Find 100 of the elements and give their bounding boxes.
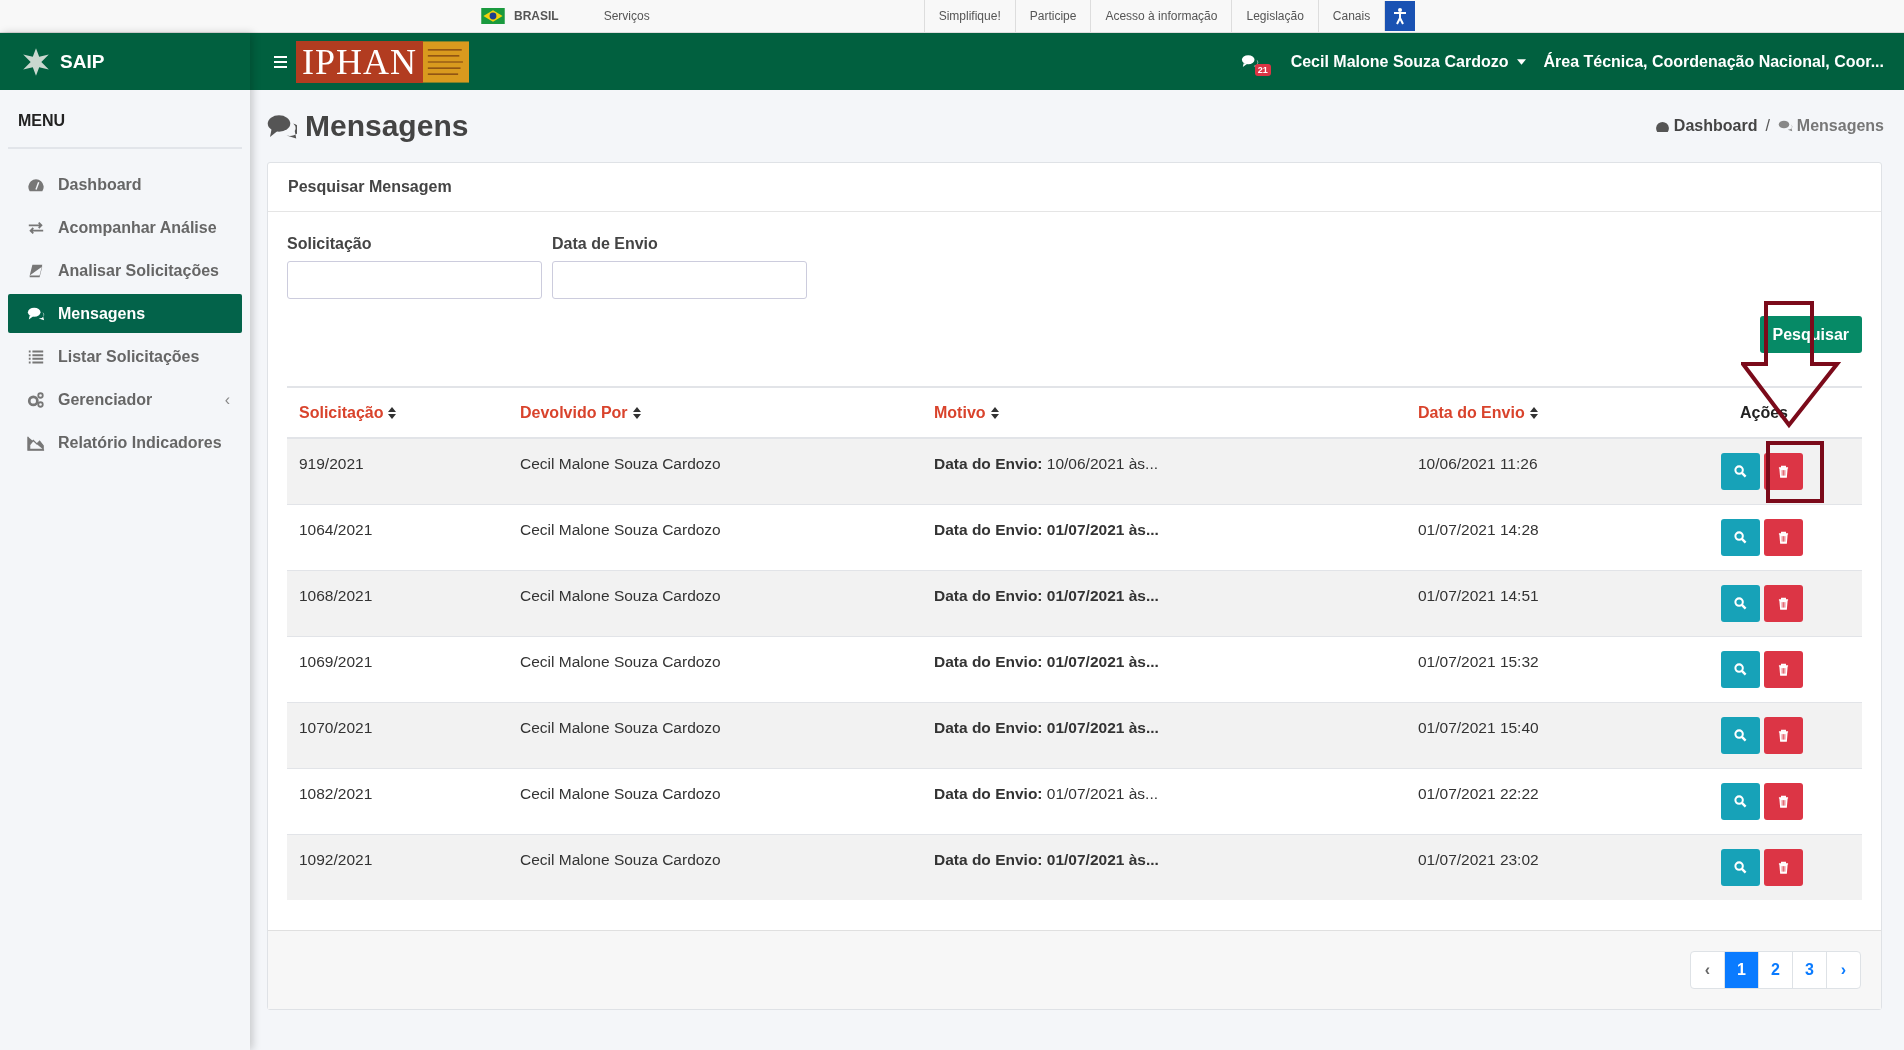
page-button[interactable]: 1 [1724, 952, 1758, 988]
gauge-icon [1654, 119, 1670, 133]
highlight-box [1766, 441, 1824, 503]
table-cell: 10/06/2021 11:26 [1418, 455, 1538, 472]
next-page-button[interactable]: › [1826, 952, 1860, 988]
table-cell: 01/07/2021 22:22 [1418, 784, 1539, 802]
table-cell: Data do Envio: 10/06/2021 às... [934, 455, 1158, 472]
table-cell: Cecil Malone Souza Cardozo [520, 455, 721, 472]
delete-button[interactable] [1764, 584, 1803, 622]
search-button[interactable]: Pesquisar [1759, 316, 1862, 353]
menu-icon[interactable] [274, 55, 287, 68]
table-cell: 01/07/2021 14:51 [1418, 586, 1539, 604]
table-cell: 1092/2021 [299, 850, 373, 868]
search-icon [1734, 465, 1747, 478]
sidebar-item[interactable]: Analisar Solicitações [8, 251, 242, 290]
sidebar-item[interactable]: Acompanhar Análise [8, 208, 242, 247]
search-icon [1734, 860, 1747, 874]
search-icon [1734, 662, 1747, 676]
table-cell: 01/07/2021 15:32 [1418, 652, 1539, 670]
delete-button[interactable] [1764, 848, 1803, 886]
user-menu[interactable]: Cecil Malone Souza Cardozo [1290, 52, 1527, 71]
search-icon [1734, 596, 1747, 610]
accessibility-icon[interactable] [1384, 1, 1416, 31]
input-field[interactable] [287, 261, 542, 299]
view-button[interactable] [1721, 584, 1760, 622]
department-label: Área Técnica, Coordenação Nacional, Coor... [1543, 52, 1884, 71]
gov-link[interactable]: Simplifique! [923, 0, 1015, 32]
sidebar-item[interactable]: Gerenciador ‹ [8, 380, 242, 419]
delete-button[interactable] [1764, 716, 1803, 754]
view-button[interactable] [1721, 782, 1760, 820]
caret-icon [1517, 58, 1527, 65]
messages-icon[interactable] [1240, 54, 1259, 69]
sort-column-header[interactable]: Data do Envio [1418, 403, 1525, 421]
submenu-caret[interactable]: ‹ [224, 390, 230, 409]
input-field[interactable] [552, 261, 807, 299]
table-cell: Data do Envio: 01/07/2021 às... [934, 718, 1159, 736]
app-name: SAIP [60, 50, 105, 73]
sort-icon[interactable] [632, 406, 641, 419]
sidebar-item[interactable]: Listar Solicitações [8, 337, 242, 376]
sort-column-header[interactable]: Solicitação [299, 403, 384, 421]
gov-link[interactable]: Legislação [1231, 0, 1318, 32]
table-cell: 1069/2021 [299, 652, 373, 670]
flag-icon [481, 8, 505, 24]
delete-button[interactable] [1764, 782, 1803, 820]
sort-icon[interactable] [1529, 406, 1538, 419]
table-cell: Cecil Malone Souza Cardozo [520, 652, 721, 670]
page-button[interactable]: 2 [1758, 952, 1792, 988]
table-cell: Data do Envio: 01/07/2021 às... [934, 586, 1159, 604]
view-button[interactable] [1721, 518, 1760, 556]
table-cell: Data do Envio: 01/07/2021 às... [934, 520, 1159, 538]
services-link[interactable]: Serviços [603, 9, 650, 23]
sort-icon[interactable] [388, 406, 397, 419]
card-title: Pesquisar Mensagem [268, 163, 1881, 212]
field-label: Solicitação [287, 235, 373, 253]
gears-icon [26, 390, 46, 409]
table-cell: Cecil Malone Souza Cardozo [520, 586, 721, 604]
menu-title: MENU [8, 90, 242, 149]
previous-page-button[interactable]: ‹ [1691, 952, 1724, 988]
delete-button[interactable] [1764, 518, 1803, 556]
table-cell: Cecil Malone Souza Cardozo [520, 850, 721, 868]
table-cell: 01/07/2021 15:40 [1418, 718, 1539, 736]
table-cell: Cecil Malone Souza Cardozo [520, 718, 721, 736]
chat-icon [1777, 119, 1793, 133]
chat-icon [267, 112, 297, 140]
search-icon [1734, 728, 1747, 742]
table-cell: 1068/2021 [299, 586, 373, 604]
delete-button[interactable] [1764, 650, 1803, 688]
sort-column-header[interactable]: Motivo [934, 403, 986, 421]
trash-icon [1778, 794, 1789, 808]
sidebar-item[interactable]: Relatório Indicadores [8, 423, 242, 462]
table-cell: 1082/2021 [299, 784, 373, 802]
country-link[interactable]: BRASIL [514, 9, 559, 23]
table-cell: Cecil Malone Souza Cardozo [520, 784, 721, 802]
table-cell: 01/07/2021 23:02 [1418, 850, 1539, 868]
page-button[interactable]: 3 [1792, 952, 1826, 988]
view-button[interactable] [1721, 650, 1760, 688]
trash-icon [1778, 728, 1789, 742]
trash-icon [1778, 662, 1789, 676]
sort-icon[interactable] [990, 406, 999, 419]
gov-link[interactable]: Participe [1014, 0, 1091, 32]
sidebar-item[interactable]: Mensagens [8, 294, 242, 333]
table-cell: 919/2021 [299, 455, 364, 472]
search-icon [1734, 794, 1747, 808]
message-count-badge: 21 [1254, 63, 1271, 76]
sidebar-item[interactable]: Dashboard [8, 165, 242, 204]
view-button[interactable] [1721, 848, 1760, 886]
trash-icon [1778, 465, 1789, 478]
table-cell: 1064/2021 [299, 520, 373, 538]
table-cell: Data do Envio: 01/07/2021 às... [934, 652, 1159, 670]
view-button[interactable] [1721, 716, 1760, 754]
gov-link[interactable]: Acesso à informação [1090, 0, 1232, 32]
table-cell: Cecil Malone Souza Cardozo [520, 520, 721, 538]
page-title: Mensagens [305, 109, 469, 143]
table-cell: 01/07/2021 14:28 [1418, 520, 1539, 538]
table-cell: Data do Envio: 01/07/2021 às... [934, 784, 1158, 802]
breadcrumb-link[interactable]: Dashboard [1673, 117, 1758, 135]
sort-column-header[interactable]: Devolvido Por [520, 403, 628, 421]
iphan-logo: IPHAN [296, 40, 469, 83]
breadcrumb-link[interactable]: Mensagens [1796, 117, 1884, 135]
field-label: Data de Envio [552, 235, 659, 253]
